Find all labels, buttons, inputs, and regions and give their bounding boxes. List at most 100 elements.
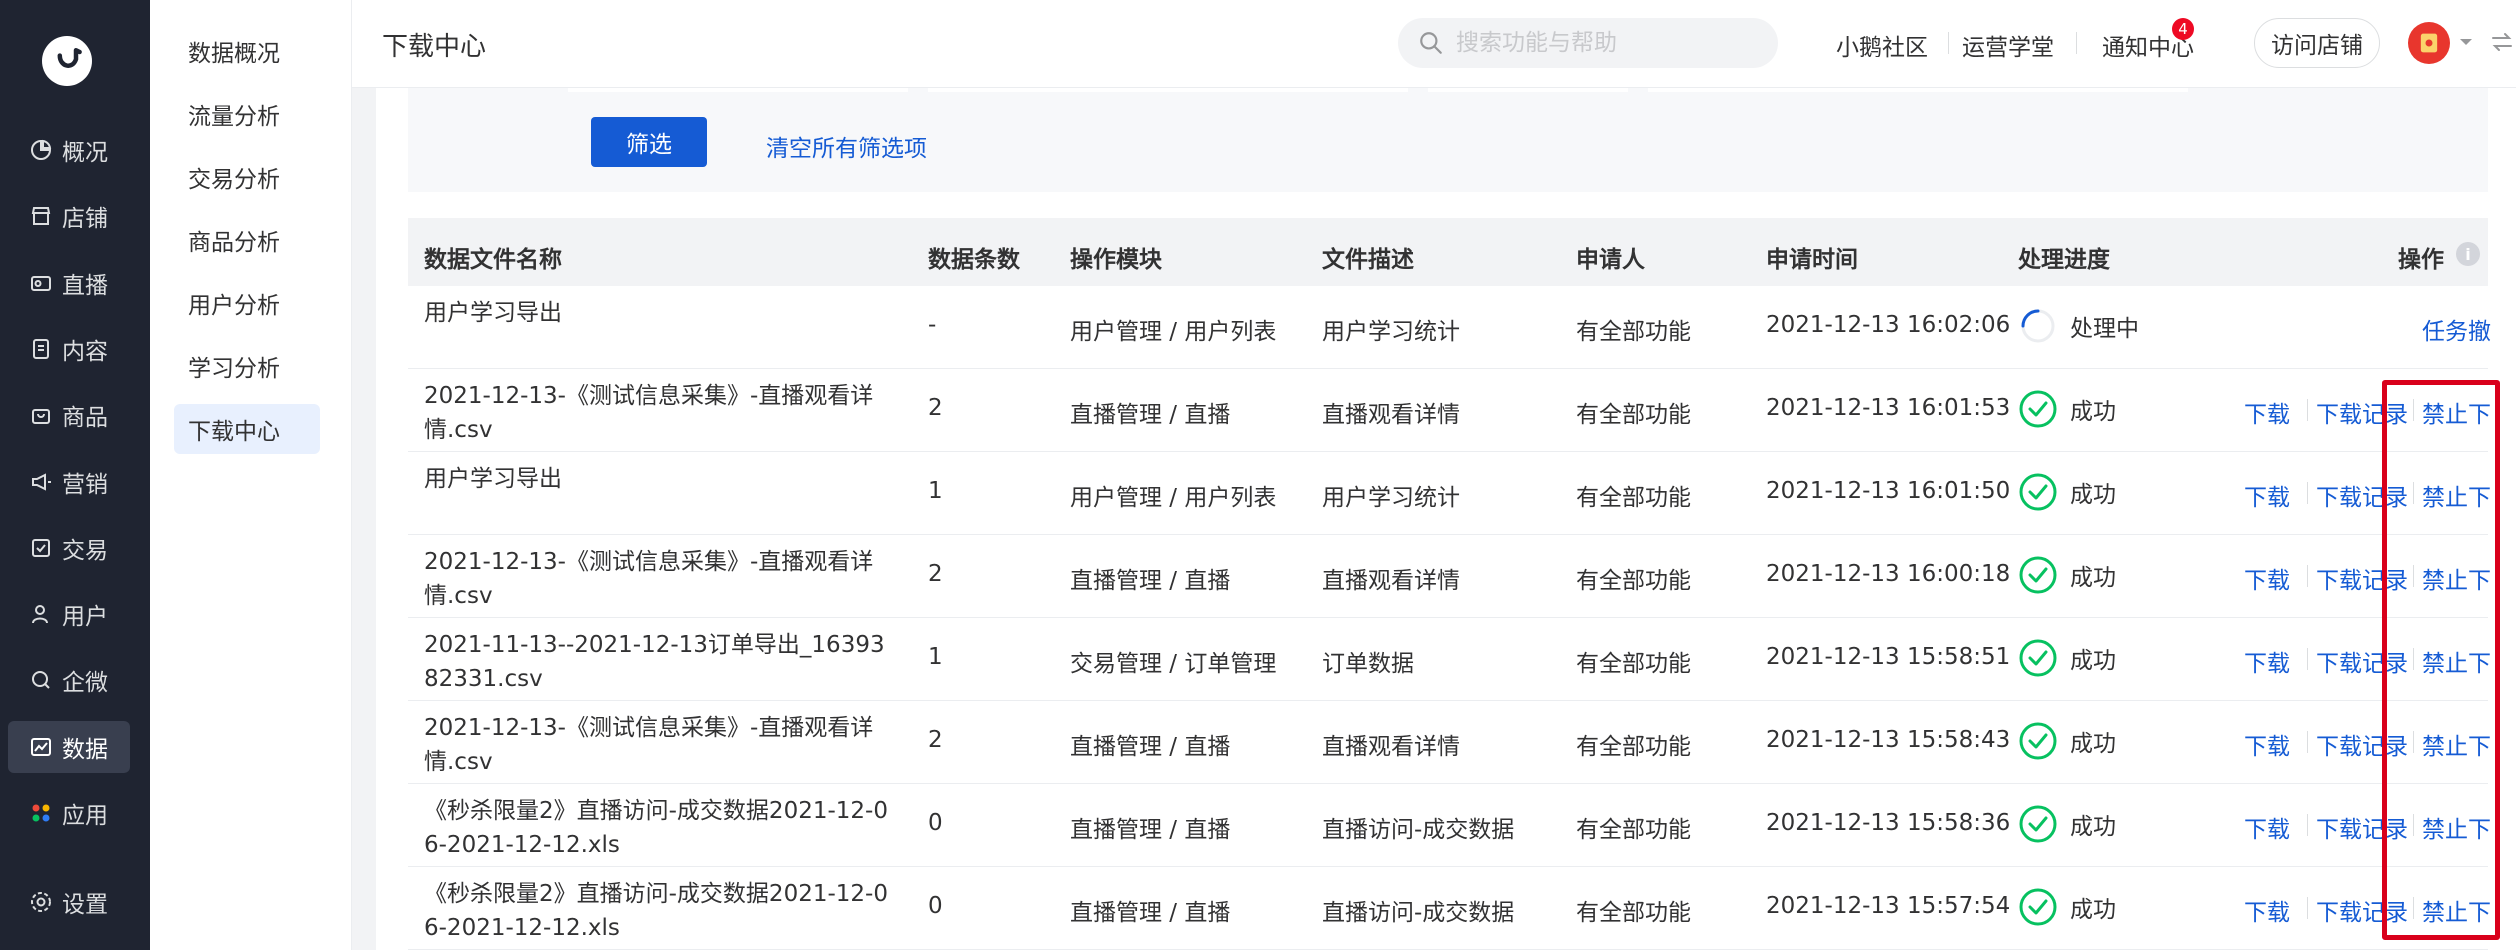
applicant-cell: 有全部功能 <box>1576 485 1691 511</box>
subnav-item[interactable]: 商品分析 <box>174 215 320 265</box>
download-history-link[interactable]: 下载记录 <box>2316 644 2408 678</box>
sidebar-item-megaphone[interactable]: 营销 <box>8 456 130 508</box>
download-history-link[interactable]: 下载记录 <box>2316 395 2408 429</box>
action-divider <box>2307 814 2308 836</box>
download-history-link[interactable]: 下载记录 <box>2316 478 2408 512</box>
sidebar-item-label: 企微 <box>62 670 108 697</box>
download-link[interactable]: 下载 <box>2244 395 2290 429</box>
shop-icon <box>28 203 54 229</box>
sidebar-item-wecom[interactable]: 企微 <box>8 654 130 706</box>
pie-chart-icon <box>28 137 54 163</box>
search-input[interactable] <box>1456 30 1756 56</box>
filter-button[interactable]: 筛选 <box>591 117 707 167</box>
search-icon <box>1420 32 1442 54</box>
count-cell: 2 <box>928 727 943 753</box>
sidebar-item-bag[interactable]: 商品 <box>8 389 130 441</box>
sidebar-item-receipt[interactable]: 交易 <box>8 522 130 574</box>
download-history-link[interactable]: 下载记录 <box>2316 727 2408 761</box>
status-badge: 成功 <box>2018 472 2116 512</box>
success-check-icon <box>2019 390 2057 428</box>
subnav-item[interactable]: 数据概况 <box>174 26 320 76</box>
time-cell: 2021-12-13 15:58:43 <box>1766 727 2011 753</box>
column-header-name: 数据文件名称 <box>424 247 562 273</box>
sidebar-item-label: 营销 <box>62 471 108 498</box>
action-divider <box>2413 731 2414 753</box>
subnav-item[interactable]: 交易分析 <box>174 152 320 202</box>
download-link[interactable]: 下载 <box>2244 561 2290 595</box>
page-title: 下载中心 <box>382 32 487 62</box>
download-history-link[interactable]: 下载记录 <box>2316 810 2408 844</box>
table-row: 2021-12-13-《测试信息采集》-直播观看详情.csv 2 直播管理 / 直播… <box>408 369 2514 452</box>
scrollbar[interactable] <box>2492 88 2516 950</box>
sidebar-item-shop[interactable]: 店铺 <box>8 190 130 242</box>
primary-sidebar: 概况店铺直播内容商品营销交易用户企微数据应用 设置 <box>0 0 150 950</box>
success-check-icon <box>2019 639 2057 677</box>
action-divider <box>2307 399 2308 421</box>
applicant-cell: 有全部功能 <box>1576 817 1691 843</box>
description-cell: 直播观看详情 <box>1322 568 1460 594</box>
red-envelope-icon <box>2420 33 2438 53</box>
sidebar-item-pie-chart[interactable]: 概况 <box>8 124 130 176</box>
logo-icon <box>57 47 82 68</box>
search-box[interactable] <box>1398 18 1778 68</box>
file-name-cell: 《秒杀限量2》直播访问-成交数据2021-12-06-2021-12-12.xl… <box>424 881 888 941</box>
sidebar-item-document[interactable]: 内容 <box>8 323 130 375</box>
gear-icon <box>28 889 54 915</box>
status-text: 成功 <box>2070 897 2116 923</box>
description-cell: 直播观看详情 <box>1322 734 1460 760</box>
subnav-item[interactable]: 学习分析 <box>174 341 320 391</box>
sidebar-item-label: 交易 <box>62 537 108 564</box>
clear-filters-link[interactable]: 清空所有筛选项 <box>766 129 927 163</box>
secondary-sidebar: 数据概况流量分析交易分析商品分析用户分析学习分析下载中心 <box>150 0 352 950</box>
sidebar-item-label: 数据 <box>62 736 108 763</box>
status-text: 成功 <box>2070 814 2116 840</box>
description-cell: 直播访问-成交数据 <box>1322 817 1515 843</box>
column-header-description: 文件描述 <box>1322 247 1414 273</box>
count-cell: 1 <box>928 478 943 504</box>
file-name-cell: 2021-12-13-《测试信息采集》-直播观看详情.csv <box>424 383 874 443</box>
count-cell: 2 <box>928 561 943 587</box>
filter-field-edge <box>1648 88 2188 92</box>
switch-icon[interactable] <box>2490 30 2514 54</box>
time-cell: 2021-12-13 16:02:06 <box>1766 312 2011 338</box>
download-table: 数据文件名称 数据条数 操作模块 文件描述 申请人 申请时间 处理进度 操作 i… <box>408 218 2514 950</box>
sidebar-item-apps[interactable]: 应用 <box>8 787 130 839</box>
app-logo[interactable] <box>42 36 92 86</box>
avatar[interactable] <box>2408 22 2450 64</box>
sidebar-item-data[interactable]: 数据 <box>8 720 130 773</box>
action-divider <box>2307 565 2308 587</box>
wecom-icon <box>28 667 54 693</box>
download-history-link[interactable]: 下载记录 <box>2316 561 2408 595</box>
info-icon[interactable]: i <box>2456 242 2480 266</box>
success-check-icon <box>2019 888 2057 926</box>
download-link[interactable]: 下载 <box>2244 893 2290 927</box>
module-cell: 直播管理 / 直播 <box>1070 402 1231 428</box>
sidebar-item-settings[interactable]: 设置 <box>8 876 130 928</box>
count-cell: 0 <box>928 893 943 919</box>
status-badge: 处理中 <box>2018 306 2139 346</box>
download-link[interactable]: 下载 <box>2244 727 2290 761</box>
download-history-link[interactable]: 下载记录 <box>2316 893 2408 927</box>
download-link[interactable]: 下载 <box>2244 478 2290 512</box>
table-row: 《秒杀限量2》直播访问-成交数据2021-12-06-2021-12-12.xl… <box>408 784 2514 867</box>
sidebar-item-user[interactable]: 用户 <box>8 588 130 640</box>
status-badge: 成功 <box>2018 555 2116 595</box>
community-link[interactable]: 小鹅社区 <box>1836 28 1928 62</box>
subnav-item[interactable]: 用户分析 <box>174 278 320 328</box>
chevron-down-icon[interactable] <box>2458 36 2474 48</box>
sidebar-item-live[interactable]: 直播 <box>8 257 130 309</box>
download-link[interactable]: 下载 <box>2244 644 2290 678</box>
download-link[interactable]: 下载 <box>2244 810 2290 844</box>
action-divider <box>2307 482 2308 504</box>
subnav-item[interactable]: 流量分析 <box>174 89 320 139</box>
module-cell: 直播管理 / 直播 <box>1070 734 1231 760</box>
loading-spinner-icon <box>2021 309 2055 343</box>
table-row: 2021-12-13-《测试信息采集》-直播观看详情.csv 2 直播管理 / 直播… <box>408 701 2514 784</box>
status-badge: 成功 <box>2018 638 2116 678</box>
status-text: 成功 <box>2070 731 2116 757</box>
visit-store-button[interactable]: 访问店铺 <box>2254 18 2380 68</box>
subnav-item[interactable]: 下载中心 <box>174 404 320 454</box>
academy-link[interactable]: 运营学堂 <box>1962 28 2054 62</box>
table-row: 《秒杀限量2》直播访问-成交数据2021-12-06-2021-12-12.xl… <box>408 867 2514 950</box>
column-header-count: 数据条数 <box>928 247 1020 273</box>
